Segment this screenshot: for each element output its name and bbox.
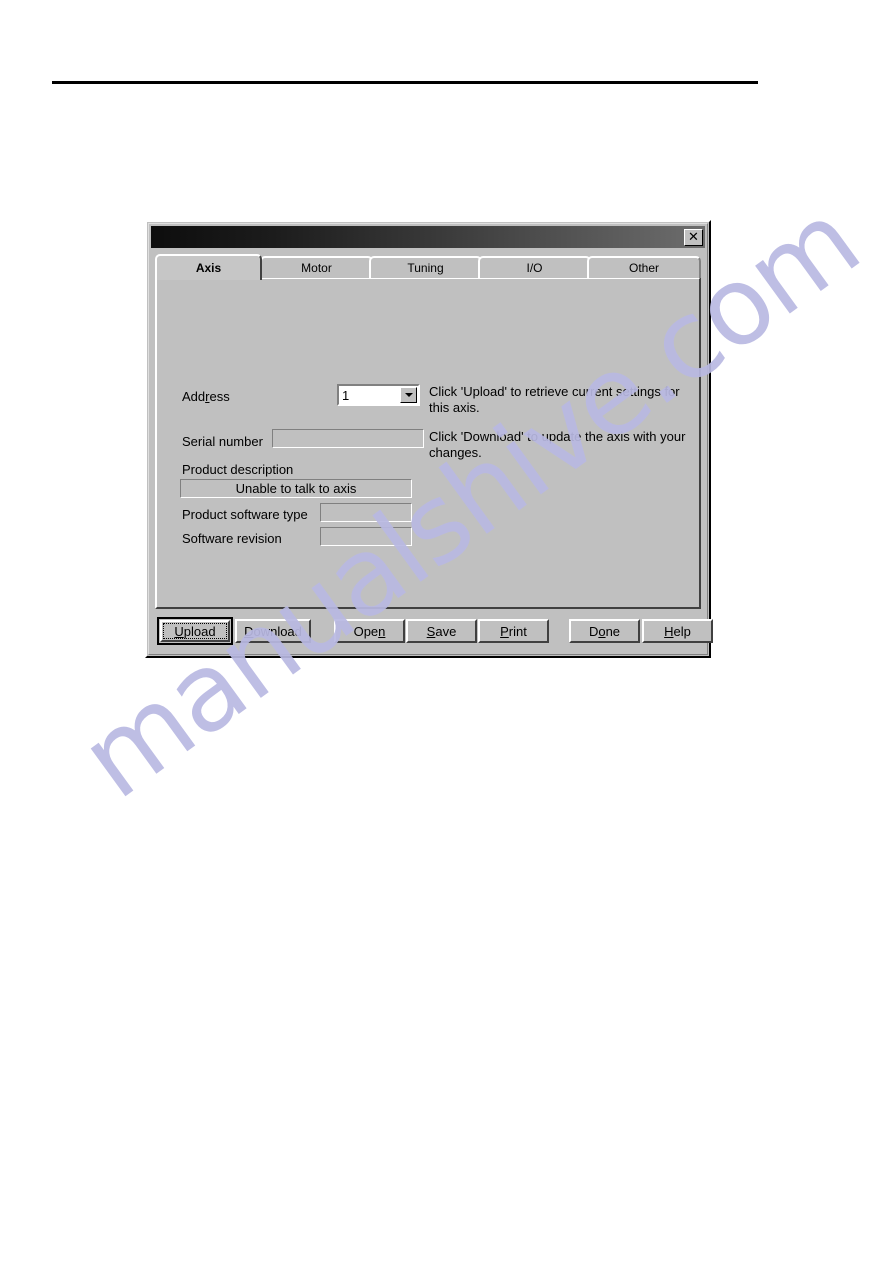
tab-strip: Axis Motor Tuning I/O Other — [155, 254, 701, 280]
tab-io[interactable]: I/O — [478, 256, 591, 278]
upload-focus-rect: Upload — [163, 623, 227, 639]
product-description-field: Unable to talk to axis — [180, 479, 412, 498]
done-button[interactable]: Done — [569, 619, 640, 643]
help-button[interactable]: Help — [642, 619, 713, 643]
address-label: Address — [182, 389, 230, 404]
arrow-down-glyph — [404, 393, 413, 397]
download-instruction-text: Click 'Download' to update the axis with… — [429, 429, 686, 461]
chevron-down-icon[interactable] — [400, 387, 417, 403]
upload-button-face: Upload — [160, 620, 230, 642]
page-header-rule — [52, 81, 758, 84]
tab-axis[interactable]: Axis — [155, 254, 262, 280]
print-button-label: Print — [500, 623, 527, 639]
dialog-titlebar: ✕ — [151, 226, 705, 248]
product-description-label: Product description — [182, 462, 294, 477]
tab-tuning[interactable]: Tuning — [369, 256, 482, 278]
download-button[interactable]: Download — [235, 619, 311, 643]
download-button-label: Download — [244, 623, 302, 639]
address-combobox[interactable]: 1 — [337, 384, 420, 406]
done-button-label: Done — [588, 623, 621, 639]
axis-tab-panel: Address 1 Serial number Product descript… — [155, 277, 701, 609]
save-button-label: Save — [426, 623, 457, 639]
upload-instruction-text: Click 'Upload' to retrieve current setti… — [429, 384, 680, 416]
software-revision-label: Software revision — [182, 531, 282, 546]
software-revision-field — [320, 527, 412, 546]
product-software-type-label: Product software type — [182, 507, 308, 522]
serial-number-label: Serial number — [182, 434, 263, 449]
print-button[interactable]: Print — [478, 619, 549, 643]
upload-button-label: Upload — [174, 623, 216, 639]
open-button-label: Open — [353, 623, 386, 639]
address-value: 1 — [342, 387, 350, 403]
axis-settings-dialog: ✕ Axis Motor Tuning I/O Other Address 1 … — [145, 220, 713, 658]
product-software-type-field — [320, 503, 412, 522]
help-button-label: Help — [664, 623, 691, 639]
upload-button[interactable]: Upload — [157, 617, 233, 645]
tab-motor[interactable]: Motor — [260, 256, 373, 278]
close-icon[interactable]: ✕ — [684, 228, 703, 246]
open-button[interactable]: Open — [334, 619, 405, 643]
tab-other[interactable]: Other — [587, 256, 701, 278]
save-button[interactable]: Save — [406, 619, 477, 643]
dialog-button-row: Upload Download Open Save Print Done Hel… — [155, 617, 713, 645]
serial-number-field[interactable] — [272, 429, 424, 448]
